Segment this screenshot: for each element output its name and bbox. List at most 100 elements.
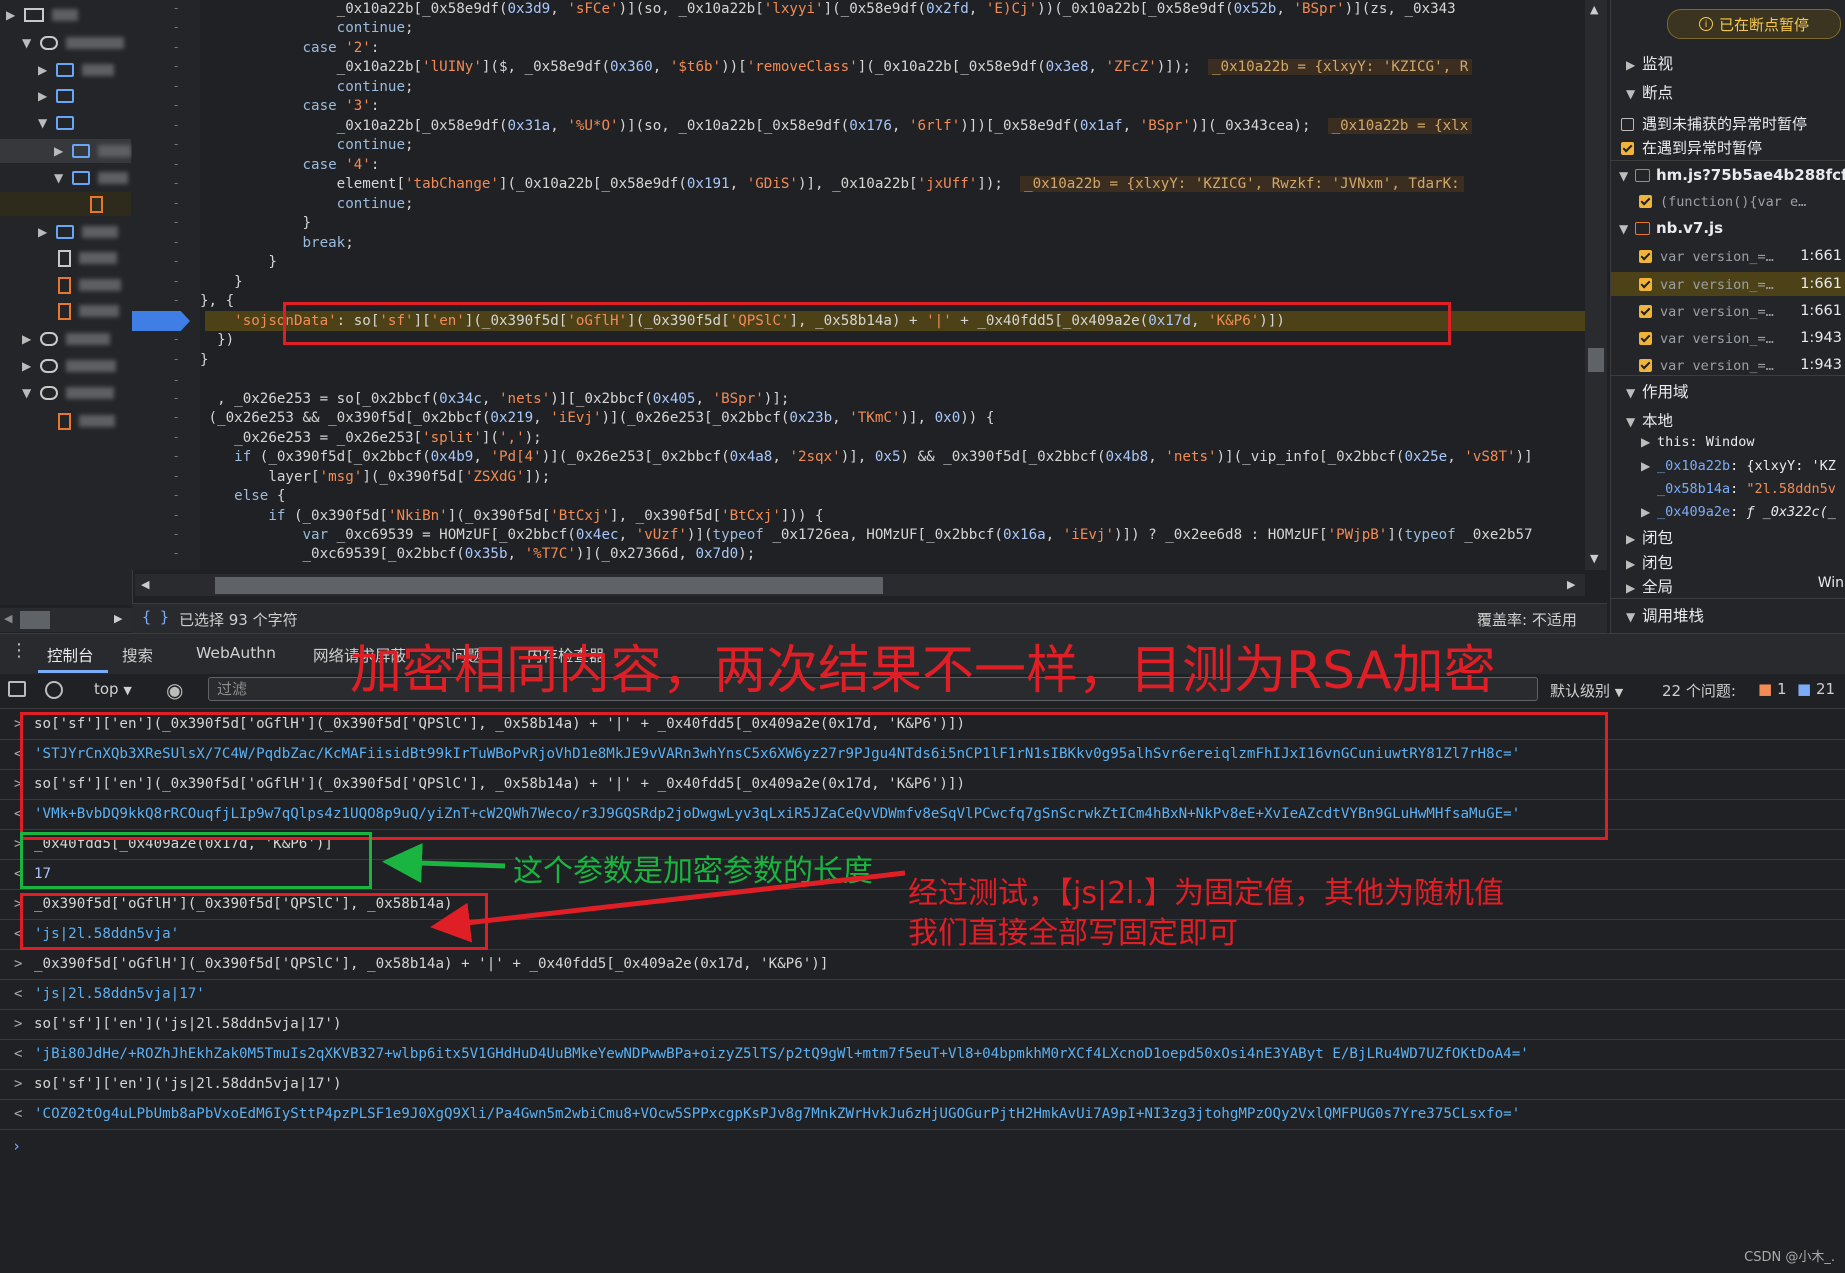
tree-node[interactable]: ▶ xyxy=(38,58,114,82)
code-line[interactable]: else { xyxy=(200,487,285,506)
console-result-row[interactable]: < 'COZ02tOg4uLPbUmb8aPbVxoEdM6IySttP4pzPL… xyxy=(0,1100,1845,1130)
gutter-line-marker[interactable]: - xyxy=(174,293,178,307)
code-line[interactable]: } xyxy=(200,351,209,370)
clear-console-icon[interactable] xyxy=(45,681,63,699)
code-line[interactable]: case '2': xyxy=(200,39,380,58)
tree-scrollbar[interactable]: ◀ ▶ xyxy=(0,608,132,632)
chevron-right-icon[interactable]: ▶ xyxy=(6,8,20,22)
tree-file[interactable] xyxy=(54,246,117,270)
gutter-line-marker[interactable]: - xyxy=(174,79,178,93)
gutter-line-marker[interactable]: - xyxy=(174,410,178,424)
gutter-line-marker[interactable]: - xyxy=(174,508,178,522)
eye-icon[interactable]: ◉ xyxy=(166,678,183,702)
gutter-line-marker[interactable]: - xyxy=(174,137,178,151)
chevron-down-icon[interactable]: ▼ xyxy=(54,171,68,185)
editor-gutter[interactable]: ----------------------------- xyxy=(132,0,200,570)
code-line[interactable]: }) xyxy=(200,331,234,350)
tab-console[interactable]: 控制台 xyxy=(47,644,94,666)
gutter-line-marker[interactable]: - xyxy=(174,1,178,15)
bp-entry[interactable]: var version_=… 1:943 xyxy=(1611,326,1845,350)
watch-section[interactable]: ▶ 监视 xyxy=(1626,52,1673,74)
callstack-section[interactable]: ▼ 调用堆栈 xyxy=(1626,604,1704,626)
bp-entry[interactable]: var version_=… 1:661 xyxy=(1611,244,1845,268)
console-input-row[interactable]: > _0x390f5d['oGflH'](_0x390f5d['QPSlC'], … xyxy=(0,950,1845,980)
code-line[interactable]: }, { xyxy=(200,292,234,311)
horizontal-scroll-thumb[interactable] xyxy=(215,577,883,594)
scope-this[interactable]: ▶ this: Window xyxy=(1631,432,1755,450)
scroll-left-icon[interactable]: ◀ xyxy=(4,612,12,625)
console-result-row[interactable]: < 'jBi80JdHe/+ROZhJhEkhZak0M5TmuIs2qXKVB3… xyxy=(0,1040,1845,1070)
scope-closure-2[interactable]: ▶ 闭包 xyxy=(1626,551,1673,573)
code-line[interactable]: } xyxy=(200,273,243,292)
tab-webauthn[interactable]: WebAuthn xyxy=(196,644,276,662)
log-level-selector[interactable]: 默认级别 ▼ xyxy=(1550,680,1623,701)
chevron-right-icon[interactable]: ▶ xyxy=(22,359,36,373)
pretty-print-icon[interactable]: { } xyxy=(142,608,169,626)
tree-file[interactable] xyxy=(54,409,115,433)
bp-file-2[interactable]: ▼ nb.v7.js xyxy=(1619,219,1723,237)
breakpoints-section[interactable]: ▼ 断点 xyxy=(1626,81,1673,103)
gutter-line-marker[interactable]: - xyxy=(174,332,178,346)
scope-section[interactable]: ▼ 作用域 xyxy=(1626,380,1689,402)
gutter-line-marker[interactable]: - xyxy=(174,235,178,249)
breakpoint-marker[interactable] xyxy=(132,311,190,331)
checkbox[interactable] xyxy=(1621,118,1634,131)
gutter-line-marker[interactable]: - xyxy=(174,59,178,73)
scroll-left-icon[interactable]: ◀ xyxy=(141,578,149,591)
gutter-line-marker[interactable]: - xyxy=(174,157,178,171)
issues-error-badge[interactable]: ■ 1 xyxy=(1758,680,1787,698)
gutter-line-marker[interactable]: - xyxy=(174,352,178,366)
scroll-thumb[interactable] xyxy=(20,611,50,629)
chevron-right-icon[interactable]: ▶ xyxy=(22,332,36,346)
gutter-line-marker[interactable]: - xyxy=(174,527,178,541)
console-prompt-icon[interactable]: › xyxy=(12,1137,21,1155)
code-line[interactable]: continue; xyxy=(200,136,414,155)
code-line[interactable]: _0x10a22b[_0x58e9df(0x31a, '%U*O')](so, … xyxy=(200,117,1473,136)
chevron-right-icon[interactable]: ▶ xyxy=(38,225,52,239)
code-line[interactable]: } xyxy=(200,214,311,233)
gutter-line-marker[interactable]: - xyxy=(174,274,178,288)
bp-file-1[interactable]: ▼ hm.js?75b5ae4b288fcf7… xyxy=(1619,166,1845,184)
bp-entry[interactable]: var version_=… 1:661 xyxy=(1611,272,1845,296)
code-line[interactable]: element['tabChange'](_0x10a22b[_0x58e9df… xyxy=(200,175,1464,194)
issues-counter[interactable]: 22 个问题: xyxy=(1662,680,1736,701)
gutter-line-marker[interactable]: - xyxy=(174,449,178,463)
editor-vertical-scrollbar[interactable]: ▲ ▼ xyxy=(1585,0,1607,570)
scope-var-3[interactable]: ▶ _0x409a2e: ƒ _0x322c(_ xyxy=(1631,502,1836,520)
tree-file[interactable] xyxy=(54,273,121,297)
code-line[interactable]: case '3': xyxy=(200,97,380,116)
gutter-line-marker[interactable]: - xyxy=(174,488,178,502)
pause-caught-option[interactable]: 在遇到异常时暂停 xyxy=(1621,137,1762,158)
code-line[interactable]: , _0x26e253 = so[_0x2bbcf(0x34c, 'nets')… xyxy=(200,390,789,409)
code-lines[interactable]: _0x10a22b[_0x58e9df(0x3d9, 'sFCe')](so, … xyxy=(200,0,1585,570)
bp-entry[interactable]: var version_=… 1:943 xyxy=(1611,353,1845,377)
checkbox-checked[interactable] xyxy=(1621,142,1634,155)
console-result-row[interactable]: < 'js|2l.58ddn5vja|17' xyxy=(0,980,1845,1010)
chevron-down-icon[interactable]: ▼ xyxy=(22,36,36,50)
scroll-right-icon[interactable]: ▶ xyxy=(1567,578,1575,591)
tree-file[interactable] xyxy=(54,299,119,323)
tree-node-selected[interactable]: ▶ xyxy=(0,139,132,163)
code-line[interactable]: continue; xyxy=(200,19,414,38)
chevron-right-icon[interactable]: ▶ xyxy=(38,63,52,77)
checkbox-checked[interactable] xyxy=(1639,250,1652,263)
tree-node[interactable]: ▼ xyxy=(38,111,74,135)
code-line[interactable]: _0x10a22b['lUINy']($, _0x58e9df(0x360, '… xyxy=(200,58,1473,77)
tab-search[interactable]: 搜索 xyxy=(122,644,153,666)
chevron-down-icon[interactable]: ▼ xyxy=(38,116,52,130)
gutter-line-marker[interactable]: - xyxy=(174,391,178,405)
checkbox-checked[interactable] xyxy=(1639,305,1652,318)
chevron-right-icon[interactable]: ▶ xyxy=(38,89,52,103)
tree-root[interactable]: ▶ xyxy=(6,3,78,27)
gutter-line-marker[interactable]: - xyxy=(174,373,178,387)
code-line[interactable]: continue; xyxy=(200,78,414,97)
gutter-line-marker[interactable]: - xyxy=(174,215,178,229)
console-input-row[interactable]: > so['sf']['en']('js|2l.58ddn5vja|17') xyxy=(0,1070,1845,1100)
context-selector[interactable]: top ▼ xyxy=(94,680,132,698)
sidebar-toggle-icon[interactable] xyxy=(8,681,26,697)
bp-entry[interactable]: var version_=… 1:661 xyxy=(1611,299,1845,323)
vertical-scroll-thumb[interactable] xyxy=(1588,348,1604,372)
gutter-line-marker[interactable]: - xyxy=(174,254,178,268)
tree-node[interactable]: ▶ xyxy=(22,354,116,378)
gutter-line-marker[interactable]: - xyxy=(174,40,178,54)
